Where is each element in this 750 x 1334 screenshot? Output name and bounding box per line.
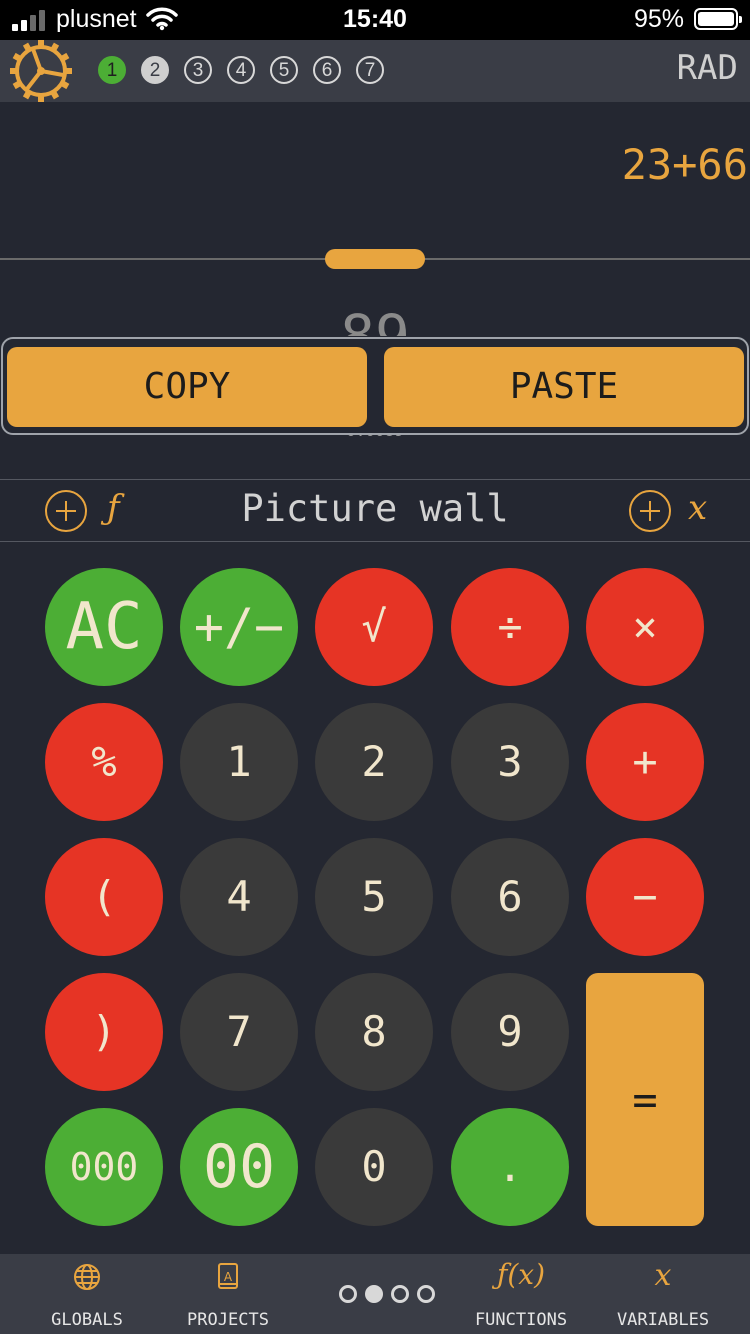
digit-3-button[interactable]: 3 (451, 703, 569, 821)
variables-icon: x (654, 1258, 672, 1293)
sign-toggle-button[interactable]: +∕− (180, 568, 298, 686)
paste-button[interactable]: PASTE (384, 347, 744, 427)
status-bar: plusnet 15:40 95% (0, 0, 750, 40)
minus-button[interactable]: − (586, 838, 704, 956)
multiply-button[interactable]: × (586, 568, 704, 686)
page-4-button[interactable]: 4 (227, 56, 255, 84)
tab-functions-label: FUNCTIONS (474, 1310, 568, 1330)
sqrt-button[interactable]: √ (315, 568, 433, 686)
battery-percent: 95% (633, 5, 684, 33)
digit-4-button[interactable]: 4 (180, 838, 298, 956)
digit-6-button[interactable]: 6 (451, 838, 569, 956)
tab-projects-label: PROJECTS (187, 1310, 269, 1330)
bottom-tab-bar: GLOBALS A PROJECTS ƒ(x) FUNCTIONS x VARI… (0, 1254, 750, 1334)
angle-mode-toggle[interactable]: RAD (677, 48, 738, 88)
svg-text:A: A (224, 1270, 233, 1284)
page-7-button[interactable]: 7 (356, 56, 384, 84)
open-paren-button[interactable]: ( (45, 838, 163, 956)
separator (0, 479, 750, 480)
divide-button[interactable]: ÷ (451, 568, 569, 686)
tab-globals[interactable]: GLOBALS (30, 1254, 144, 1334)
settings-gear-icon[interactable] (8, 40, 74, 102)
decimal-button[interactable]: . (451, 1108, 569, 1226)
page-5-button[interactable]: 5 (270, 56, 298, 84)
tab-variables-label: VARIABLES (616, 1310, 710, 1330)
page-dot (365, 1285, 383, 1303)
variable-symbol: x (688, 488, 708, 528)
tab-globals-label: GLOBALS (51, 1310, 123, 1330)
digit-9-button[interactable]: 9 (451, 973, 569, 1091)
digit-8-button[interactable]: 8 (315, 973, 433, 1091)
digit-1-button[interactable]: 1 (180, 703, 298, 821)
expression-display: 23+66 (621, 140, 748, 189)
page-dot (391, 1285, 409, 1303)
globe-icon (74, 1264, 100, 1290)
result-display: 89 (340, 302, 410, 336)
drag-handle[interactable] (325, 249, 425, 269)
projects-book-icon: A (218, 1263, 238, 1289)
digit-7-button[interactable]: 7 (180, 973, 298, 1091)
page-6-button[interactable]: 6 (313, 56, 341, 84)
triple-zero-button[interactable]: 000 (45, 1108, 163, 1226)
equals-button[interactable]: = (586, 973, 704, 1226)
page-selector: 1 2 3 4 5 6 7 (98, 56, 384, 84)
tab-projects[interactable]: A PROJECTS (170, 1254, 286, 1334)
page-3-button[interactable]: 3 (184, 56, 212, 84)
page-2-button[interactable]: 2 (141, 56, 169, 84)
digit-5-button[interactable]: 5 (315, 838, 433, 956)
page-dot (417, 1285, 435, 1303)
copy-paste-menu: COPY PASTE (1, 337, 749, 435)
functions-icon: ƒ(x) (496, 1258, 545, 1291)
plus-button[interactable]: + (586, 703, 704, 821)
tab-functions[interactable]: ƒ(x) FUNCTIONS (470, 1254, 572, 1334)
page-dot (339, 1285, 357, 1303)
double-zero-button[interactable]: 00 (180, 1108, 298, 1226)
close-paren-button[interactable]: ) (45, 973, 163, 1091)
top-bar: 1 2 3 4 5 6 7 RAD (0, 40, 750, 102)
page-1-button[interactable]: 1 (98, 56, 126, 84)
add-variable-icon[interactable] (629, 490, 671, 532)
battery-icon (694, 8, 742, 30)
tab-variables[interactable]: x VARIABLES (612, 1254, 714, 1334)
digit-0-button[interactable]: 0 (315, 1108, 433, 1226)
percent-button[interactable]: % (45, 703, 163, 821)
digit-2-button[interactable]: 2 (315, 703, 433, 821)
all-clear-button[interactable]: AC (45, 568, 163, 686)
copy-button[interactable]: COPY (7, 347, 367, 427)
separator (0, 541, 750, 542)
page-indicator[interactable] (339, 1285, 435, 1303)
